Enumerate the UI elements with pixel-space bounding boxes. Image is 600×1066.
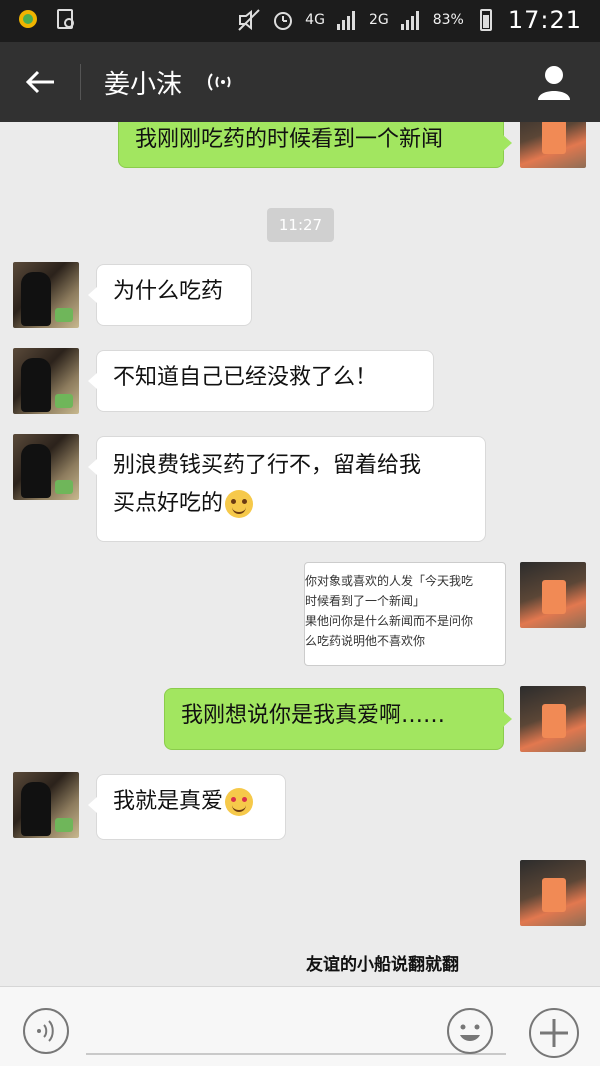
- my-avatar[interactable]: [520, 686, 586, 752]
- network-type-2: 2G: [368, 12, 389, 28]
- signal-icon-2: [400, 11, 419, 30]
- my-avatar[interactable]: [520, 562, 586, 628]
- status-bar: 4G 2G 83% 17:21: [0, 0, 600, 42]
- shared-image-line: 如果他问你是什么新闻而不是问你: [304, 614, 474, 628]
- network-type-1: 4G: [305, 12, 325, 28]
- smile-emoji-icon: [225, 490, 254, 518]
- profile-icon[interactable]: [534, 62, 574, 102]
- battery-percent: 83%: [432, 12, 464, 28]
- my-avatar[interactable]: [520, 122, 586, 168]
- message-incoming[interactable]: 别浪费钱买药了行不，留着给我 买点好吃的: [88, 436, 486, 542]
- message-text: 我刚刚吃药的时候看到一个新闻: [135, 127, 444, 152]
- friend-avatar[interactable]: [13, 772, 79, 838]
- signal-icon-1: [336, 11, 355, 30]
- message-incoming[interactable]: 为什么吃药: [88, 264, 252, 326]
- alarm-icon: [274, 12, 293, 30]
- message-incoming[interactable]: 不知道自己已经没救了么！: [88, 350, 434, 412]
- voice-input-icon[interactable]: [22, 1007, 70, 1055]
- mute-icon: [238, 9, 260, 31]
- chat-area[interactable]: 我刚刚吃药的时候看到一个新闻 11:27 为什么吃药 不知道自己已经没救了么！ …: [0, 122, 600, 986]
- friend-avatar[interactable]: [13, 348, 79, 414]
- shared-image-message[interactable]: 给你对象或喜欢的人发「今天我吃 的时候看到了一个新闻」 如果他问你是什么新闻而不…: [304, 562, 506, 666]
- friend-avatar[interactable]: [13, 262, 79, 328]
- message-text: 我就是真爱: [113, 789, 224, 814]
- header-divider: [80, 64, 81, 100]
- input-bar: [0, 986, 600, 1066]
- shared-image-line: 给你对象或喜欢的人发「今天我吃: [304, 574, 474, 588]
- message-input[interactable]: [86, 1053, 506, 1055]
- plus-icon[interactable]: [528, 1007, 580, 1059]
- chat-header: 姜小沫: [0, 42, 600, 122]
- back-arrow-icon[interactable]: [22, 64, 58, 100]
- message-text-line1: 别浪费钱买药了行不，留着给我: [113, 453, 422, 478]
- message-text: 不知道自己已经没救了么！: [113, 365, 378, 390]
- shared-image-line: 什么吃药说明他不喜欢你: [304, 634, 426, 648]
- shared-image-line: 的时候看到了一个新闻」: [304, 594, 426, 608]
- friend-avatar[interactable]: [13, 434, 79, 500]
- clock: 17:21: [507, 6, 582, 34]
- message-text: 我刚想说你是我真爱啊……: [181, 703, 446, 728]
- clipboard-icon: [57, 9, 74, 29]
- voice-mode-icon: [208, 73, 231, 91]
- message-outgoing[interactable]: 我刚想说你是我真爱啊……: [164, 688, 512, 750]
- message-text-line2: 买点好吃的: [113, 491, 224, 516]
- heart-eyes-emoji-icon: [225, 788, 254, 816]
- caption-text: 友谊的小船说翻就翻: [306, 955, 459, 975]
- my-avatar[interactable]: [520, 860, 586, 926]
- message-outgoing[interactable]: 我刚刚吃药的时候看到一个新闻: [118, 122, 512, 168]
- emoji-icon[interactable]: [446, 1007, 494, 1055]
- message-incoming[interactable]: 我就是真爱: [88, 774, 286, 840]
- message-text: 为什么吃药: [113, 279, 224, 304]
- contact-name: 姜小沫: [104, 70, 183, 100]
- timestamp: 11:27: [267, 208, 334, 242]
- battery-icon: [479, 9, 492, 31]
- app-notification-icon: [19, 10, 37, 28]
